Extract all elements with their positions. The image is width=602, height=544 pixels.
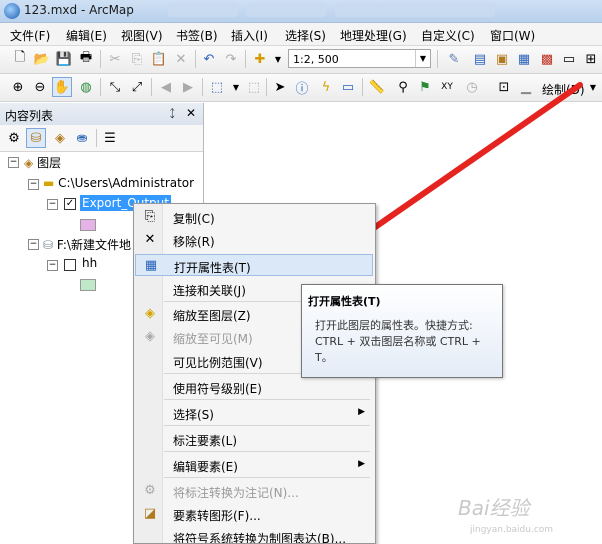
tooltip-line: T。 [315, 351, 333, 364]
table-icon: ▦ [144, 258, 158, 273]
menu-item-remove[interactable]: ✕ 移除(R) [135, 229, 373, 251]
menu-item-convert-labels-to-annotation[interactable]: ⚙ 将标注转换为注记(N)... [135, 480, 373, 502]
menu-item-copy[interactable]: ⎘ 复制(C) [135, 206, 373, 228]
menu-separator [164, 451, 370, 452]
menu-item-open-attribute-table[interactable]: ▦ 打开属性表(T) [135, 254, 373, 276]
menu-tooltip: 打开属性表(T) 打开此图层的属性表。快捷方式: CTRL + 双击图层名称或 … [301, 284, 503, 378]
menu-item-convert-features-to-graphics[interactable]: ◪ 要素转图形(F)... [135, 503, 373, 525]
menu-item-convert-symbology-to-representation[interactable]: 将符号系统转换为制图表达(B)... [135, 526, 373, 543]
baidu-watermark: Bai经验 [458, 496, 530, 520]
tooltip-title: 打开属性表(T) [308, 295, 381, 308]
menu-item-use-symbol-levels[interactable]: 使用符号级别(E) [135, 376, 373, 398]
menu-separator [164, 399, 370, 400]
zoom-visible-icon: ◈ [145, 329, 155, 344]
features-to-graphics-icon: ◪ [143, 506, 157, 521]
tooltip-line: CTRL + 双击图层名称或 CTRL + [315, 335, 481, 348]
baidu-watermark-url: jingyan.baidu.com [470, 525, 554, 535]
menu-item-selection[interactable]: 选择(S) ▶ [135, 402, 373, 424]
menu-separator [164, 425, 370, 426]
convert-labels-icon: ⚙ [144, 483, 156, 498]
tooltip-body: 打开此图层的属性表。快捷方式: CTRL + 双击图层名称或 CTRL + T。 [315, 318, 495, 366]
remove-icon: ✕ [144, 232, 156, 247]
menu-separator [164, 477, 370, 478]
zoom-layer-icon: ◈ [145, 306, 155, 321]
tooltip-line: 打开此图层的属性表。快捷方式: [315, 319, 473, 332]
menu-item-label-features[interactable]: 标注要素(L) [135, 428, 373, 450]
copy-icon: ⎘ [144, 209, 156, 224]
submenu-arrow-icon: ▶ [358, 459, 365, 469]
menu-item-edit-features[interactable]: 编辑要素(E) ▶ [135, 454, 373, 476]
submenu-arrow-icon: ▶ [358, 407, 365, 417]
